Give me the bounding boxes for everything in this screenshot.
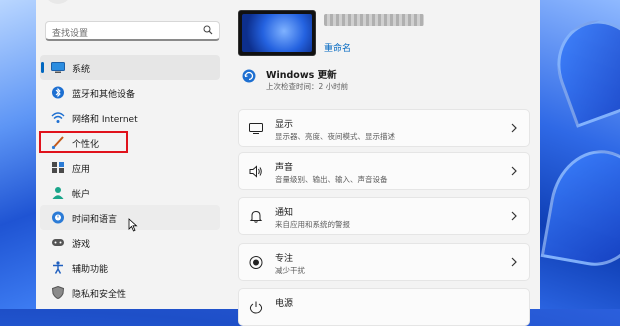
sidebar-item-label: 应用 (72, 165, 91, 175)
annotation-highlight-box (39, 131, 128, 153)
desktop-wallpaper-right (540, 0, 620, 309)
card-power[interactable]: 电源 (238, 288, 530, 326)
windows-update-icon (242, 69, 256, 83)
card-subtitle: 音量级别、输出、输入、声音设备 (275, 175, 388, 184)
sidebar-item-system[interactable]: 系统 (40, 55, 220, 80)
rename-link[interactable]: 重命名 (324, 41, 351, 54)
card-title: 专注 (275, 254, 294, 264)
accessibility-icon (51, 261, 65, 274)
sidebar-item-network[interactable]: 网络和 Internet (40, 105, 220, 130)
user-profile-area[interactable] (44, 0, 214, 10)
sidebar-item-accessibility[interactable]: 辅助功能 (40, 255, 220, 280)
mouse-cursor-icon (128, 218, 138, 232)
card-title: 声音 (275, 163, 294, 173)
bell-icon (249, 210, 263, 223)
card-title: 显示 (275, 120, 294, 130)
sidebar-item-label: 隐私和安全性 (72, 290, 127, 300)
sidebar: 查找设置 系统 蓝牙和其他设备 网络和 Internet 个性化 应用 帐户 时… (36, 0, 224, 309)
card-notifications[interactable]: 通知 来自应用和系统的警报 (238, 197, 530, 235)
sidebar-item-accounts[interactable]: 帐户 (40, 180, 220, 205)
search-icon[interactable] (203, 25, 213, 35)
display-icon (249, 122, 263, 135)
sidebar-nav: 系统 蓝牙和其他设备 网络和 Internet 个性化 应用 帐户 时间和语言 … (40, 55, 220, 305)
chevron-right-icon (511, 123, 517, 133)
apps-icon (51, 161, 65, 174)
sidebar-item-label: 时间和语言 (72, 215, 118, 225)
sidebar-item-label: 蓝牙和其他设备 (72, 90, 136, 100)
focus-icon (249, 256, 263, 269)
card-focus[interactable]: 专注 减少干扰 (238, 243, 530, 281)
update-title: Windows 更新 (266, 70, 337, 81)
power-icon (249, 301, 263, 314)
desktop-wallpaper-left (0, 0, 36, 309)
sidebar-item-label: 系统 (72, 65, 91, 75)
windows-update-status[interactable]: Windows 更新 上次检查时间：2 小时前 (242, 66, 532, 92)
chevron-right-icon (511, 257, 517, 267)
gamepad-icon (51, 236, 65, 249)
globe-clock-icon (51, 211, 65, 224)
sidebar-item-label: 游戏 (72, 240, 91, 250)
sidebar-item-label: 辅助功能 (72, 265, 109, 275)
card-sound[interactable]: 声音 音量级别、输出、输入、声音设备 (238, 152, 530, 190)
avatar (48, 0, 68, 4)
system-icon (51, 61, 65, 74)
card-display[interactable]: 显示 显示器、亮度、夜间模式、显示描述 (238, 109, 530, 147)
sidebar-item-apps[interactable]: 应用 (40, 155, 220, 180)
chevron-right-icon (511, 166, 517, 176)
account-icon (51, 186, 65, 199)
active-indicator (41, 62, 44, 73)
device-wallpaper-thumbnail (238, 10, 316, 56)
sidebar-item-label: 网络和 Internet (72, 115, 138, 125)
card-title: 通知 (275, 208, 294, 218)
card-subtitle: 显示器、亮度、夜间模式、显示描述 (275, 132, 395, 141)
card-subtitle: 减少干扰 (275, 266, 305, 275)
search-input[interactable]: 查找设置 (45, 21, 220, 41)
update-subtitle: 上次检查时间：2 小时前 (266, 82, 349, 91)
shield-icon (51, 286, 65, 299)
device-name-blurred (324, 14, 424, 26)
card-title: 电源 (275, 299, 294, 309)
wifi-icon (51, 111, 65, 124)
sidebar-item-privacy[interactable]: 隐私和安全性 (40, 280, 220, 305)
speaker-icon (249, 165, 263, 178)
settings-window: 查找设置 系统 蓝牙和其他设备 网络和 Internet 个性化 应用 帐户 时… (36, 0, 540, 326)
card-subtitle: 来自应用和系统的警报 (275, 220, 350, 229)
sidebar-item-bluetooth[interactable]: 蓝牙和其他设备 (40, 80, 220, 105)
main-content: 重命名 Windows 更新 上次检查时间：2 小时前 显示 显示器、亮度、夜间… (236, 0, 532, 326)
bluetooth-icon (51, 86, 65, 99)
sidebar-item-gaming[interactable]: 游戏 (40, 230, 220, 255)
chevron-right-icon (511, 211, 517, 221)
search-placeholder: 查找设置 (52, 29, 89, 39)
sidebar-item-label: 帐户 (72, 190, 91, 200)
